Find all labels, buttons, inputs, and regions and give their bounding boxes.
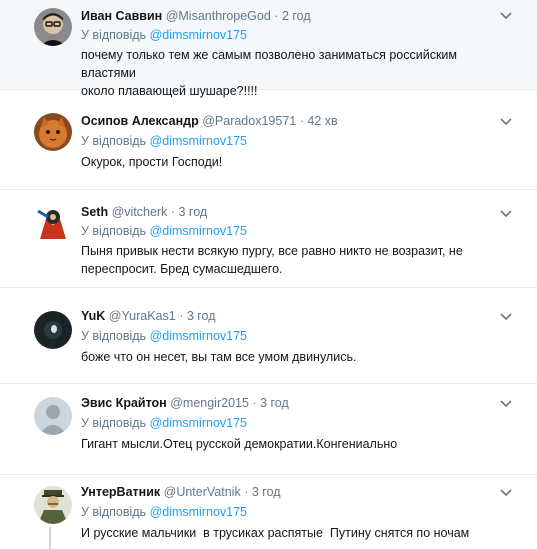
tweet-item[interactable]: Seth @vitcherk · 3 год У відповідь @dims… bbox=[0, 190, 537, 288]
tweet-text-line: почему только тем же самым позволено зан… bbox=[81, 48, 458, 80]
reply-prefix: У відповідь bbox=[81, 28, 147, 42]
reply-mention[interactable]: @dimsmirnov175 bbox=[150, 505, 247, 519]
reply-context: У відповідь @dimsmirnov175 bbox=[81, 329, 247, 343]
author-handle[interactable]: @Paradox19571 bbox=[202, 114, 296, 128]
separator: · bbox=[299, 114, 304, 128]
tweet-text-line: Гигант мысли.Отец русской демократии.Кон… bbox=[81, 437, 398, 451]
separator: · bbox=[179, 309, 184, 323]
reply-context: У відповідь @dimsmirnov175 bbox=[81, 416, 247, 430]
chevron-down-icon[interactable] bbox=[500, 400, 512, 408]
tweet-text-line: переспросит. Бред сумасшедшего. bbox=[81, 262, 283, 276]
tweet-item[interactable]: Иван Саввин @MisanthropeGod · 2 год У ві… bbox=[0, 0, 537, 98]
reply-prefix: У відповідь bbox=[81, 329, 147, 343]
tweet-item[interactable]: Осипов Александр @Paradox19571 · 42 хв У… bbox=[0, 90, 537, 190]
thread-line bbox=[49, 527, 51, 549]
separator: · bbox=[252, 396, 257, 410]
tweet-text: боже что он несет, вы там все умом двину… bbox=[81, 348, 501, 366]
author-name[interactable]: YuK bbox=[81, 309, 105, 323]
author-handle[interactable]: @UnterVatnik bbox=[164, 485, 241, 499]
separator: · bbox=[170, 205, 175, 219]
tweet-item[interactable]: УнтерВатник @UnterVatnik · 3 год У відпо… bbox=[0, 475, 537, 549]
avatar[interactable] bbox=[34, 486, 72, 524]
avatar[interactable] bbox=[34, 205, 72, 243]
author-name[interactable]: Осипов Александр bbox=[81, 114, 199, 128]
tweet-header: Эвис Крайтон @mengir2015 · 3 год bbox=[81, 396, 289, 410]
reply-mention[interactable]: @dimsmirnov175 bbox=[150, 224, 247, 238]
avatar[interactable] bbox=[34, 8, 72, 46]
tweet-header: Иван Саввин @MisanthropeGod · 2 год bbox=[81, 9, 311, 23]
chevron-down-icon[interactable] bbox=[500, 313, 512, 321]
avatar[interactable] bbox=[34, 311, 72, 349]
separator: · bbox=[244, 485, 249, 499]
reply-prefix: У відповідь bbox=[81, 416, 147, 430]
tweet-text: Гигант мысли.Отец русской демократии.Кон… bbox=[81, 435, 501, 453]
reply-mention[interactable]: @dimsmirnov175 bbox=[150, 134, 247, 148]
author-handle[interactable]: @YuraKas1 bbox=[109, 309, 176, 323]
author-name[interactable]: УнтерВатник bbox=[81, 485, 160, 499]
author-name[interactable]: Эвис Крайтон bbox=[81, 396, 167, 410]
tweet-text-line: Пыня привык нести всякую пургу, все равн… bbox=[81, 244, 463, 258]
tweet-text-line: боже что он несет, вы там все умом двину… bbox=[81, 350, 357, 364]
tweet-text: И русские мальчики в трусиках распятые П… bbox=[81, 524, 521, 542]
chevron-down-icon[interactable] bbox=[500, 12, 512, 20]
reply-context: У відповідь @dimsmirnov175 bbox=[81, 134, 247, 148]
chevron-down-icon[interactable] bbox=[500, 210, 512, 218]
author-handle[interactable]: @mengir2015 bbox=[170, 396, 249, 410]
tweet-header: УнтерВатник @UnterVatnik · 3 год bbox=[81, 485, 281, 499]
timestamp[interactable]: 3 год bbox=[178, 205, 207, 219]
tweet-header: Осипов Александр @Paradox19571 · 42 хв bbox=[81, 114, 338, 128]
separator: · bbox=[274, 9, 279, 23]
author-name[interactable]: Иван Саввин bbox=[81, 9, 162, 23]
chevron-down-icon[interactable] bbox=[500, 118, 512, 126]
reply-mention[interactable]: @dimsmirnov175 bbox=[150, 28, 247, 42]
timestamp[interactable]: 3 год bbox=[252, 485, 281, 499]
reply-context: У відповідь @dimsmirnov175 bbox=[81, 224, 247, 238]
tweet-text: Окурок, прости Господи! bbox=[81, 153, 501, 171]
reply-context: У відповідь @dimsmirnov175 bbox=[81, 505, 247, 519]
timestamp[interactable]: 42 хв bbox=[307, 114, 337, 128]
timestamp[interactable]: 3 год bbox=[260, 396, 289, 410]
tweet-item[interactable]: Эвис Крайтон @mengir2015 · 3 год У відпо… bbox=[0, 384, 537, 475]
timestamp[interactable]: 2 год bbox=[282, 9, 311, 23]
author-handle[interactable]: @vitcherk bbox=[112, 205, 168, 219]
reply-prefix: У відповідь bbox=[81, 224, 147, 238]
avatar[interactable] bbox=[34, 113, 72, 151]
author-name[interactable]: Seth bbox=[81, 205, 108, 219]
tweet-text: Пыня привык нести всякую пургу, все равн… bbox=[81, 242, 501, 278]
tweet-header: Seth @vitcherk · 3 год bbox=[81, 205, 207, 219]
chevron-down-icon[interactable] bbox=[500, 489, 512, 497]
reply-feed: Иван Саввин @MisanthropeGod · 2 год У ві… bbox=[0, 0, 537, 549]
tweet-text-line: И русские мальчики в трусиках распятые П… bbox=[81, 526, 470, 540]
tweet-item[interactable]: YuK @YuraKas1 · 3 год У відповідь @dimsm… bbox=[0, 288, 537, 384]
author-handle[interactable]: @MisanthropeGod bbox=[166, 9, 271, 23]
tweet-text-line: Окурок, прости Господи! bbox=[81, 155, 223, 169]
reply-prefix: У відповідь bbox=[81, 505, 147, 519]
reply-mention[interactable]: @dimsmirnov175 bbox=[150, 329, 247, 343]
reply-mention[interactable]: @dimsmirnov175 bbox=[150, 416, 247, 430]
reply-context: У відповідь @dimsmirnov175 bbox=[81, 28, 247, 42]
reply-prefix: У відповідь bbox=[81, 134, 147, 148]
timestamp[interactable]: 3 год bbox=[187, 309, 216, 323]
tweet-header: YuK @YuraKas1 · 3 год bbox=[81, 309, 216, 323]
avatar[interactable] bbox=[34, 397, 72, 435]
